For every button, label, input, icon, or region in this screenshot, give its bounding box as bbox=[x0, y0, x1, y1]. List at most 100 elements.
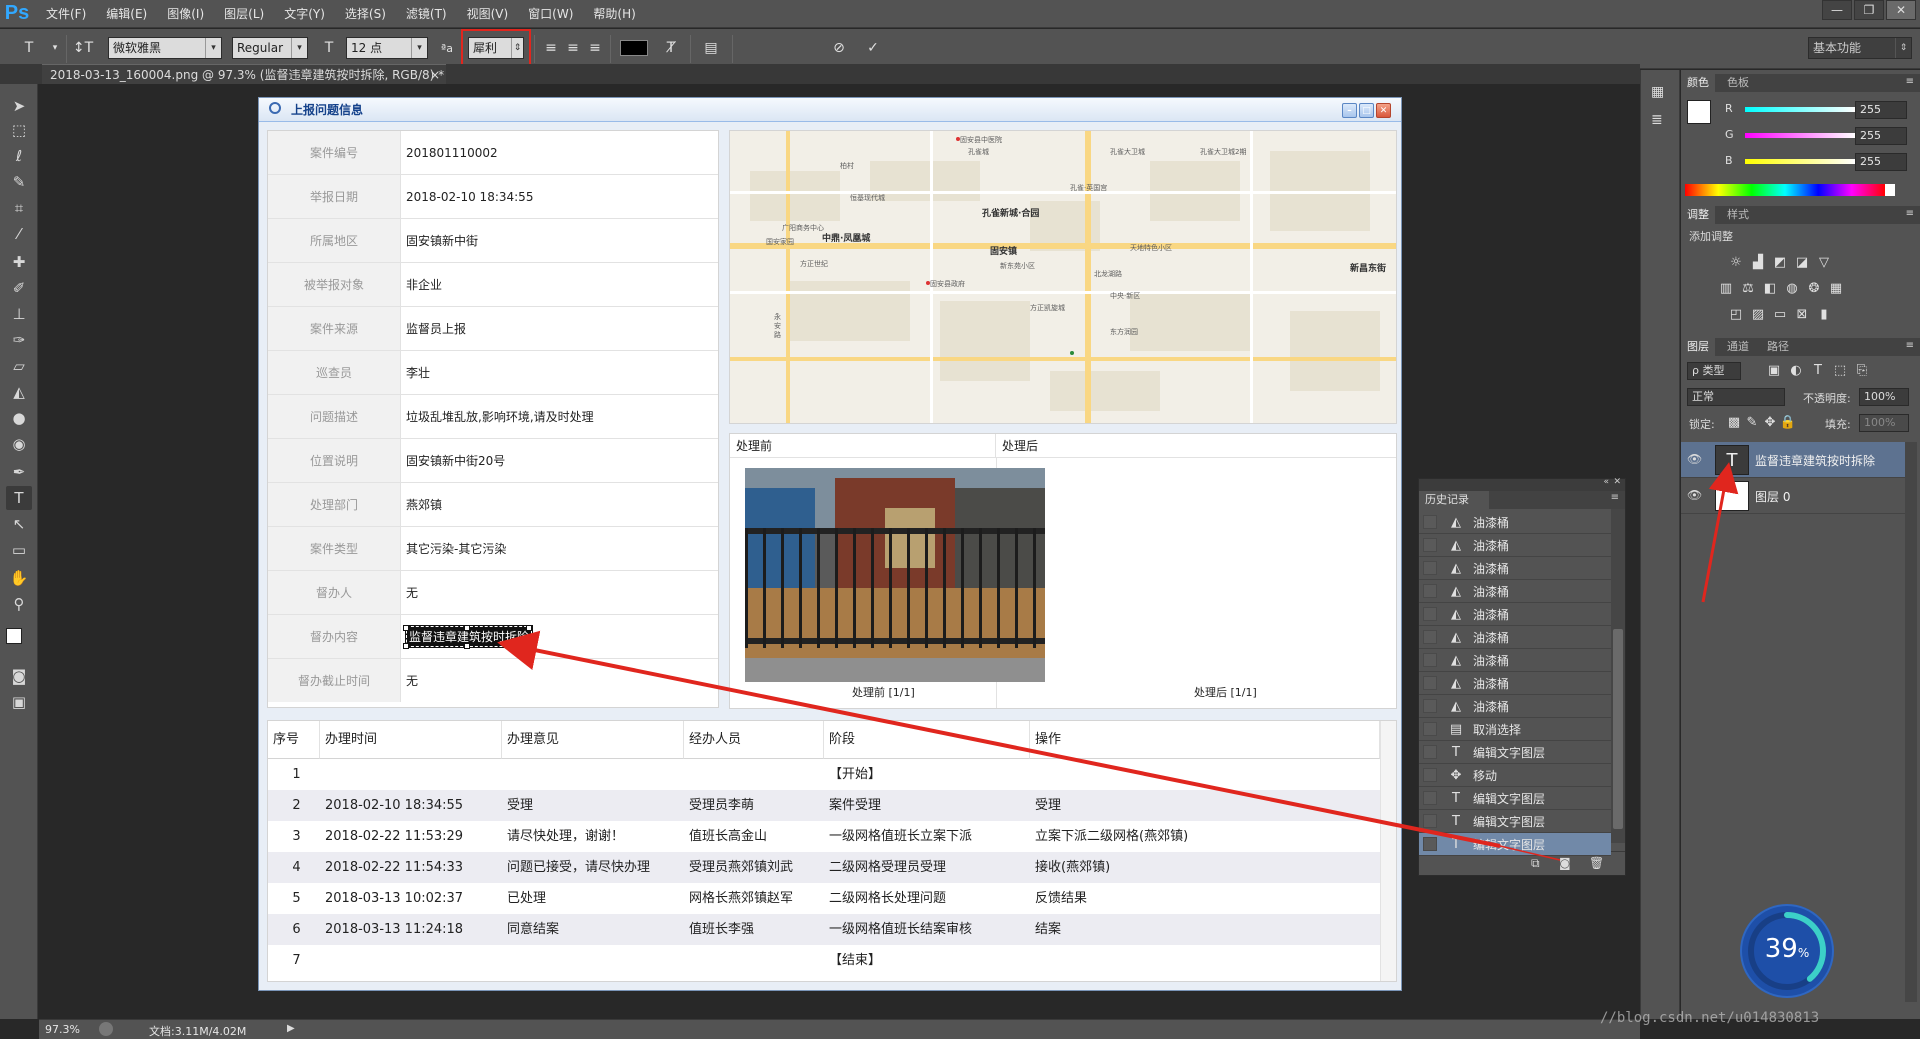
gradient-map-icon[interactable]: ▮ bbox=[1815, 306, 1833, 322]
menu-filter[interactable]: 滤镜(T) bbox=[396, 0, 457, 28]
tab-layers[interactable]: 图层 bbox=[1681, 338, 1715, 356]
foreground-color-swatch[interactable] bbox=[6, 628, 22, 644]
blue-slider[interactable]: B 255 bbox=[1685, 152, 1917, 172]
curves-icon[interactable]: ◩ bbox=[1771, 254, 1789, 270]
history-item[interactable]: T 编辑文字图层 bbox=[1419, 810, 1611, 833]
green-slider[interactable]: G 255 bbox=[1685, 126, 1917, 146]
history-item[interactable]: ◭ 油漆桶 bbox=[1419, 534, 1611, 557]
zoom-tool-icon[interactable]: ⚲ bbox=[6, 592, 32, 616]
dodge-tool-icon[interactable]: ◉ bbox=[6, 432, 32, 456]
selective-color-icon[interactable]: ⊠ bbox=[1793, 306, 1811, 322]
blur-tool-icon[interactable]: ● bbox=[6, 406, 32, 430]
type-tool-preset-icon[interactable]: T bbox=[18, 37, 40, 59]
tab-adjustments[interactable]: 调整 bbox=[1681, 206, 1715, 224]
history-item[interactable]: T 编辑文字图层 bbox=[1419, 833, 1611, 856]
transform-handle[interactable] bbox=[403, 625, 409, 631]
table-scrollbar[interactable] bbox=[1380, 721, 1396, 981]
panel-menu-icon[interactable]: ≡ bbox=[1906, 340, 1914, 351]
tab-color[interactable]: 颜色 bbox=[1681, 74, 1715, 92]
history-source-checkbox[interactable] bbox=[1423, 538, 1437, 552]
menu-select[interactable]: 选择(S) bbox=[335, 0, 396, 28]
healing-brush-icon[interactable]: ✚ bbox=[6, 250, 32, 274]
layer-row[interactable]: 👁 T 监督违章建筑按时拆除 bbox=[1681, 442, 1905, 478]
move-tool-icon[interactable]: ➤ bbox=[6, 94, 32, 118]
cancel-edit-icon[interactable]: ⊘ bbox=[828, 37, 850, 59]
channel-mixer-icon[interactable]: ❂ bbox=[1805, 280, 1823, 296]
rectangle-tool-icon[interactable]: ▭ bbox=[6, 538, 32, 562]
history-item[interactable]: ◭ 油漆桶 bbox=[1419, 580, 1611, 603]
history-item[interactable]: ◭ 油漆桶 bbox=[1419, 603, 1611, 626]
quick-select-tool-icon[interactable]: ✎ bbox=[6, 170, 32, 194]
document-canvas[interactable]: 上报问题信息 – □ ✕ 案件编号 201801110002 举报日期 2018-0… bbox=[258, 97, 1402, 991]
filter-shape-icon[interactable]: ⬚ bbox=[1831, 362, 1849, 378]
panel-menu-icon[interactable]: ≡ bbox=[1906, 76, 1914, 87]
brightness-icon[interactable]: ☼ bbox=[1727, 254, 1745, 270]
history-source-checkbox[interactable] bbox=[1423, 676, 1437, 690]
history-source-checkbox[interactable] bbox=[1423, 699, 1437, 713]
menu-window[interactable]: 窗口(W) bbox=[518, 0, 583, 28]
eyedropper-tool-icon[interactable]: ⁄ bbox=[6, 222, 32, 246]
hue-saturation-icon[interactable]: ▥ bbox=[1717, 280, 1735, 296]
history-item[interactable]: ◭ 油漆桶 bbox=[1419, 511, 1611, 534]
history-item[interactable]: ◭ 油漆桶 bbox=[1419, 672, 1611, 695]
filter-smart-icon[interactable]: ⎘ bbox=[1853, 362, 1871, 378]
color-lookup-icon[interactable]: ▦ bbox=[1827, 280, 1845, 296]
lock-position-icon[interactable]: ✥ bbox=[1761, 414, 1779, 430]
status-info-icon[interactable] bbox=[99, 1022, 113, 1036]
filter-type-icon[interactable]: T bbox=[1809, 362, 1827, 378]
panel-menu-icon[interactable]: ≡ bbox=[1611, 492, 1619, 503]
vibrance-icon[interactable]: ▽ bbox=[1815, 254, 1833, 270]
text-color-swatch[interactable] bbox=[620, 40, 648, 56]
threshold-icon[interactable]: ▭ bbox=[1771, 306, 1789, 322]
red-value[interactable]: 255 bbox=[1855, 101, 1907, 119]
layers-scrollbar[interactable] bbox=[1905, 442, 1917, 1002]
eraser-tool-icon[interactable]: ▱ bbox=[6, 354, 32, 378]
color-spectrum[interactable] bbox=[1685, 184, 1885, 196]
new-document-from-state-icon[interactable]: ⧉ bbox=[1531, 856, 1540, 871]
history-item[interactable]: ◭ 油漆桶 bbox=[1419, 695, 1611, 718]
pen-tool-icon[interactable]: ✒ bbox=[6, 460, 32, 484]
exposure-icon[interactable]: ◪ bbox=[1793, 254, 1811, 270]
opacity-input[interactable]: 100% bbox=[1859, 388, 1909, 406]
history-brush-icon[interactable]: ✑ bbox=[6, 328, 32, 352]
history-item[interactable]: ▤ 取消选择 bbox=[1419, 718, 1611, 741]
tab-channels[interactable]: 通道 bbox=[1721, 338, 1755, 356]
menu-type[interactable]: 文字(Y) bbox=[274, 0, 335, 28]
history-item[interactable]: ✥ 移动 bbox=[1419, 764, 1611, 787]
maximize-panel-icon[interactable]: □ bbox=[1359, 103, 1374, 118]
location-map[interactable]: 固安县中医院 柏村 孔雀城 孔雀新城·合园 中鼎·凤凰城 固安镇 新昌东街 固安… bbox=[729, 130, 1397, 424]
history-source-checkbox[interactable] bbox=[1423, 814, 1437, 828]
fill-input[interactable]: 100% bbox=[1859, 414, 1909, 432]
green-value[interactable]: 255 bbox=[1855, 127, 1907, 145]
blend-mode-select[interactable]: 正常 bbox=[1687, 388, 1785, 406]
menu-file[interactable]: 文件(F) bbox=[34, 0, 96, 28]
history-item[interactable]: T 编辑文字图层 bbox=[1419, 787, 1611, 810]
zoom-level[interactable]: 97.3% bbox=[45, 1023, 80, 1036]
menu-help[interactable]: 帮助(H) bbox=[583, 0, 645, 28]
photo-filter-icon[interactable]: ◍ bbox=[1783, 280, 1801, 296]
font-style-select[interactable]: Regular ▾ bbox=[232, 37, 308, 59]
document-tab[interactable]: 2018-03-13_160004.png @ 97.3% (监督违章建筑按时拆… bbox=[42, 64, 446, 84]
history-source-checkbox[interactable] bbox=[1423, 630, 1437, 644]
menu-image[interactable]: 图像(I) bbox=[157, 0, 214, 28]
play-icon[interactable]: ▶ bbox=[287, 1023, 295, 1034]
paint-bucket-icon[interactable]: ◭ bbox=[6, 380, 32, 404]
eye-icon[interactable]: 👁 bbox=[1687, 488, 1703, 502]
eye-icon[interactable]: 👁 bbox=[1687, 452, 1703, 466]
menu-view[interactable]: 视图(V) bbox=[457, 0, 519, 28]
tab-styles[interactable]: 样式 bbox=[1721, 206, 1755, 224]
close-button[interactable]: ✕ bbox=[1886, 0, 1916, 20]
black-white-icon[interactable]: ◧ bbox=[1761, 280, 1779, 296]
restore-button[interactable]: ❐ bbox=[1854, 0, 1884, 20]
align-right-icon[interactable]: ≡ bbox=[584, 37, 606, 59]
close-panel-icon[interactable]: ✕ bbox=[1376, 103, 1391, 118]
marquee-tool-icon[interactable]: ⬚ bbox=[6, 118, 32, 142]
lock-pixels-icon[interactable]: ✎ bbox=[1743, 414, 1761, 430]
character-panel-icon[interactable]: ▤ bbox=[700, 37, 722, 59]
history-source-checkbox[interactable] bbox=[1423, 768, 1437, 782]
menu-edit[interactable]: 编辑(E) bbox=[96, 0, 157, 28]
layer-filter-select[interactable]: ρ 类型 bbox=[1687, 362, 1741, 380]
panel-menu-icon[interactable]: ≡ bbox=[1906, 208, 1914, 219]
hand-tool-icon[interactable]: ✋ bbox=[6, 566, 32, 590]
tab-history[interactable]: 历史记录 bbox=[1419, 491, 1489, 509]
